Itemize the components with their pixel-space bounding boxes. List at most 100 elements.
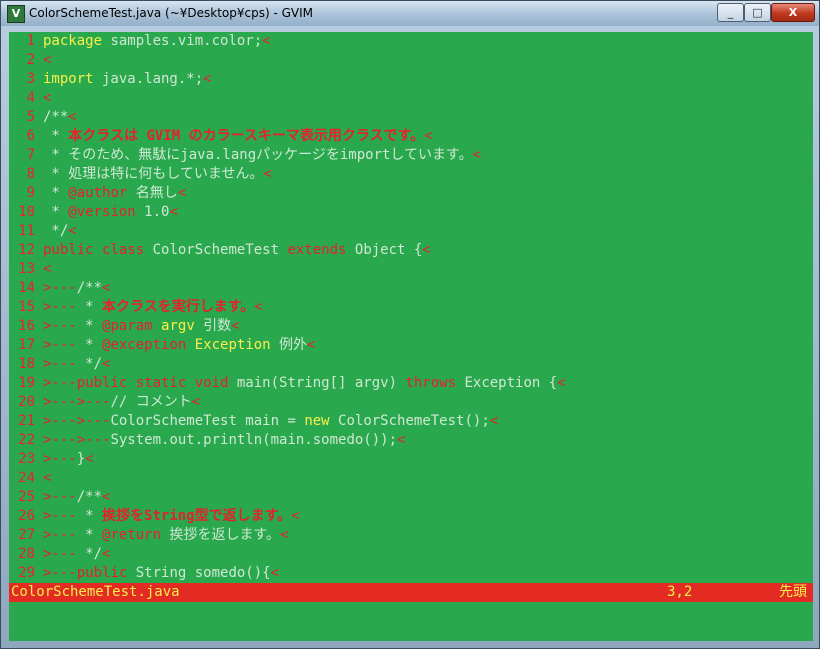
code-line[interactable]: 28 >--- */< bbox=[9, 545, 813, 564]
code-token: // コメント bbox=[110, 394, 192, 410]
code-line[interactable]: 13 < bbox=[9, 260, 813, 279]
code-line[interactable]: 9 * @author 名無し< bbox=[9, 184, 813, 203]
code-line[interactable]: 7 * そのため、無駄にjava.langパッケージをimportしています。< bbox=[9, 146, 813, 165]
code-token: */ bbox=[76, 546, 103, 562]
code-token: >--- bbox=[43, 527, 77, 543]
code-token: public bbox=[76, 565, 128, 581]
code-line[interactable]: 6 * 本クラスは GVIM のカラースキーマ表示用クラスです。< bbox=[9, 127, 813, 146]
line-number: 7 bbox=[26, 147, 35, 163]
gvim-window: V ColorSchemeTest.java (~¥Desktop¥cps) -… bbox=[0, 0, 820, 649]
line-number: 21 bbox=[18, 413, 35, 429]
code-line[interactable]: 20 >--->---// コメント< bbox=[9, 393, 813, 412]
code-token: < bbox=[43, 261, 52, 277]
vim-icon[interactable]: V bbox=[7, 5, 25, 23]
line-number: 27 bbox=[18, 527, 35, 543]
code-line[interactable]: 5 /**< bbox=[9, 108, 813, 127]
maximize-button[interactable]: □ bbox=[744, 3, 771, 22]
code-token: < bbox=[203, 71, 212, 87]
code-token: < bbox=[424, 128, 433, 144]
code-token: < bbox=[68, 223, 77, 239]
code-token: throws bbox=[405, 375, 457, 391]
code-token: < bbox=[43, 90, 52, 106]
code-token: System.out.println(main.somedo()); bbox=[110, 432, 398, 448]
code-line[interactable]: 11 */< bbox=[9, 222, 813, 241]
code-token: package bbox=[43, 33, 103, 49]
line-number: 11 bbox=[18, 223, 35, 239]
code-token: */ bbox=[76, 356, 103, 372]
code-token: >--- bbox=[43, 375, 77, 391]
code-token: < bbox=[270, 565, 280, 581]
code-line[interactable]: 4 < bbox=[9, 89, 813, 108]
status-filename: ColorSchemeTest.java bbox=[11, 584, 180, 600]
code-token: argv bbox=[161, 318, 195, 334]
code-token: import bbox=[43, 71, 94, 87]
code-line[interactable]: 27 >--- * @return 挨拶を返します。< bbox=[9, 526, 813, 545]
code-line[interactable]: 3 import java.lang.*;< bbox=[9, 70, 813, 89]
code-token: >--- bbox=[43, 318, 77, 334]
line-number: 13 bbox=[18, 261, 35, 277]
code-token: * bbox=[76, 527, 103, 543]
code-line[interactable]: 1 package samples.vim.color;< bbox=[9, 32, 813, 51]
code-token: < bbox=[85, 451, 94, 467]
code-token: @version bbox=[68, 204, 136, 220]
code-token: < bbox=[472, 147, 482, 163]
code-token: Exception bbox=[194, 337, 271, 353]
title-bar[interactable]: V ColorSchemeTest.java (~¥Desktop¥cps) -… bbox=[1, 1, 819, 26]
code-line[interactable]: 14 >---/**< bbox=[9, 279, 813, 298]
code-token: >--->--- bbox=[43, 394, 111, 410]
code-token: >--- bbox=[43, 565, 77, 581]
close-button[interactable]: X bbox=[771, 3, 815, 22]
code-token: /** bbox=[43, 109, 69, 125]
line-number: 20 bbox=[18, 394, 35, 410]
code-token: < bbox=[557, 375, 566, 391]
code-token: < bbox=[68, 109, 77, 125]
code-token: * bbox=[43, 128, 69, 144]
code-token: < bbox=[422, 242, 431, 258]
code-line[interactable]: 25 >---/**< bbox=[9, 488, 813, 507]
code-line[interactable]: 8 * 処理は特に何もしていません。< bbox=[9, 165, 813, 184]
code-token: < bbox=[177, 185, 187, 201]
buffer-lines[interactable]: 1 package samples.vim.color;< 2 <3 import ja… bbox=[9, 32, 813, 583]
code-token: * bbox=[76, 299, 103, 315]
code-token: < bbox=[263, 166, 272, 182]
code-token: 引数 bbox=[194, 318, 232, 334]
code-token: < bbox=[191, 394, 201, 410]
code-line[interactable]: 29 >---public String somedo(){< bbox=[9, 564, 813, 583]
code-line[interactable]: 17 >--- * @exception Exception 例外< bbox=[9, 336, 813, 355]
code-line[interactable]: 21 >--->---ColorSchemeTest main = new Col… bbox=[9, 412, 813, 431]
code-token: < bbox=[307, 337, 316, 353]
code-token: } bbox=[76, 451, 86, 467]
code-line[interactable]: 23 >---}< bbox=[9, 450, 813, 469]
code-token: < bbox=[169, 204, 178, 220]
editor-area[interactable]: 1 package samples.vim.color;< 2 <3 import ja… bbox=[9, 32, 813, 641]
code-token: * bbox=[76, 337, 103, 353]
code-line[interactable]: 26 >--- * 挨拶をString型で返します。< bbox=[9, 507, 813, 526]
line-number: 14 bbox=[18, 280, 35, 296]
code-token: * bbox=[43, 204, 69, 220]
code-line[interactable]: 12 public class ColorSchemeTest extends O… bbox=[9, 241, 813, 260]
code-line[interactable]: 10 * @version 1.0< bbox=[9, 203, 813, 222]
code-line[interactable]: 16 >--- * @param argv 引数< bbox=[9, 317, 813, 336]
code-token: < bbox=[43, 470, 52, 486]
code-token: @return bbox=[102, 527, 162, 543]
minimize-button[interactable]: _ bbox=[717, 3, 744, 22]
command-line[interactable] bbox=[9, 602, 813, 641]
code-line[interactable]: 2 < bbox=[9, 51, 813, 70]
code-token: public class bbox=[43, 242, 145, 258]
code-line[interactable]: 19 >---public static void main(String[] a… bbox=[9, 374, 813, 393]
code-token: < bbox=[489, 413, 499, 429]
code-token: < bbox=[102, 489, 111, 505]
code-token: Object { bbox=[346, 242, 423, 258]
code-token: @exception bbox=[102, 337, 187, 353]
line-number: 1 bbox=[26, 33, 35, 49]
code-token: >--- bbox=[43, 489, 77, 505]
code-token: */ bbox=[43, 223, 69, 239]
code-line[interactable]: 15 >--- * 本クラスを実行します。< bbox=[9, 298, 813, 317]
line-number: 28 bbox=[18, 546, 35, 562]
code-line[interactable]: 24 < bbox=[9, 469, 813, 488]
code-token: /** bbox=[76, 280, 103, 296]
code-line[interactable]: 22 >--->---System.out.println(main.somedo… bbox=[9, 431, 813, 450]
code-token: * bbox=[43, 185, 69, 201]
code-token: < bbox=[43, 52, 52, 68]
code-line[interactable]: 18 >--- */< bbox=[9, 355, 813, 374]
